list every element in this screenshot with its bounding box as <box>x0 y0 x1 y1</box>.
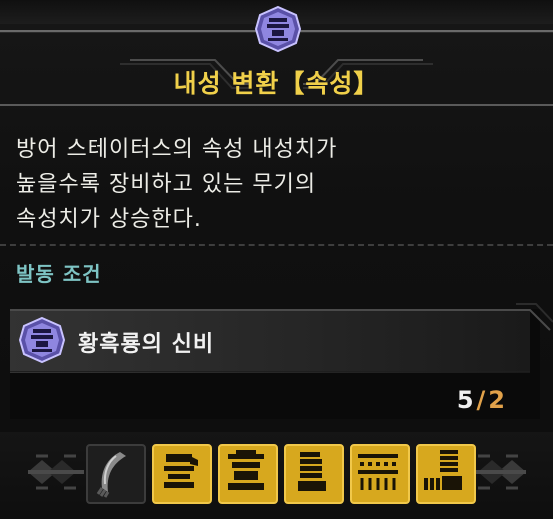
skill-description: 방어 스테이터스의 속성 내성치가 높을수록 장비하고 있는 무기의 속성치가 … <box>16 132 536 237</box>
gauntlet-icon <box>298 452 326 491</box>
set-bonus-name: 황흑룡의 신비 <box>78 332 215 357</box>
section-divider <box>0 244 553 246</box>
legs-slot[interactable] <box>416 444 476 504</box>
description-line: 방어 스테이터스의 속성 내성치가 <box>16 137 338 162</box>
longsword-icon <box>96 452 126 498</box>
equipped-count: 5 <box>456 386 474 414</box>
title-divider <box>0 104 553 106</box>
waist-slot[interactable] <box>350 444 410 504</box>
header-corner-ornament <box>510 303 553 331</box>
chest-armor-icon <box>228 450 264 490</box>
arms-slot[interactable] <box>284 444 344 504</box>
set-piece-counter: 5/2 <box>457 386 505 414</box>
left-ornament <box>28 454 84 490</box>
skill-title: 내성 변환【속성】 <box>173 69 380 98</box>
waist-armor-icon <box>358 454 398 490</box>
armor-set-emblem-icon <box>254 5 302 53</box>
leg-armor-icon <box>424 450 462 490</box>
set-header-divider <box>10 371 530 372</box>
count-separator: / <box>476 386 486 414</box>
helmet-icon <box>164 454 198 488</box>
chest-slot[interactable] <box>218 444 278 504</box>
weapon-slot[interactable] <box>86 444 146 504</box>
description-line: 높을수록 장비하고 있는 무기의 <box>16 172 317 197</box>
activation-conditions-label: 발동 조건 <box>16 262 102 286</box>
armor-set-emblem-icon <box>18 316 66 364</box>
right-ornament <box>470 454 526 490</box>
description-line: 속성치가 상승한다. <box>16 207 202 232</box>
helm-slot[interactable] <box>152 444 212 504</box>
required-count: 2 <box>488 386 505 414</box>
